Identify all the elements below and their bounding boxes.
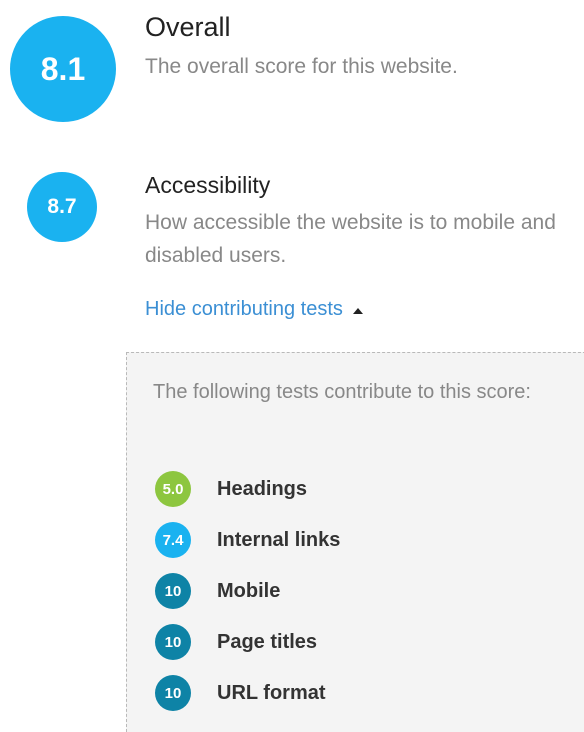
- test-row-page-titles: 10 Page titles: [155, 624, 317, 660]
- overall-description: The overall score for this website.: [145, 55, 458, 78]
- hide-contributing-tests-label[interactable]: Hide contributing tests: [145, 298, 343, 321]
- test-score-badge: 10: [155, 675, 191, 711]
- test-row-internal-links: 7.4 Internal links: [155, 522, 340, 558]
- accessibility-description: How accessible the website is to mobile …: [145, 211, 556, 267]
- accessibility-title: Accessibility: [145, 172, 271, 198]
- hide-contributing-tests-link[interactable]: Hide contributing tests: [145, 298, 363, 321]
- accessibility-score-badge: 8.7: [27, 172, 97, 242]
- test-name: Internal links: [217, 528, 341, 551]
- test-row-mobile: 10 Mobile: [155, 573, 280, 609]
- test-score-badge: 10: [155, 573, 191, 609]
- contributing-tests-panel: The following tests contribute to this s…: [126, 352, 584, 732]
- test-row-headings: 5.0 Headings: [155, 471, 307, 507]
- test-score-badge: 5.0: [155, 471, 191, 507]
- overall-title: Overall: [145, 12, 231, 42]
- test-name: Headings: [217, 477, 308, 500]
- caret-up-icon[interactable]: [352, 307, 363, 314]
- test-score-badge: 7.4: [155, 522, 191, 558]
- overall-score-badge: 8.1: [10, 16, 116, 122]
- test-score-badge: 10: [155, 624, 191, 660]
- test-name: Page titles: [217, 630, 318, 653]
- tests-intro-text: The following tests contribute to this s…: [153, 381, 531, 403]
- test-row-url-format: 10 URL format: [155, 675, 326, 711]
- test-name: URL format: [217, 681, 326, 704]
- test-name: Mobile: [217, 579, 281, 602]
